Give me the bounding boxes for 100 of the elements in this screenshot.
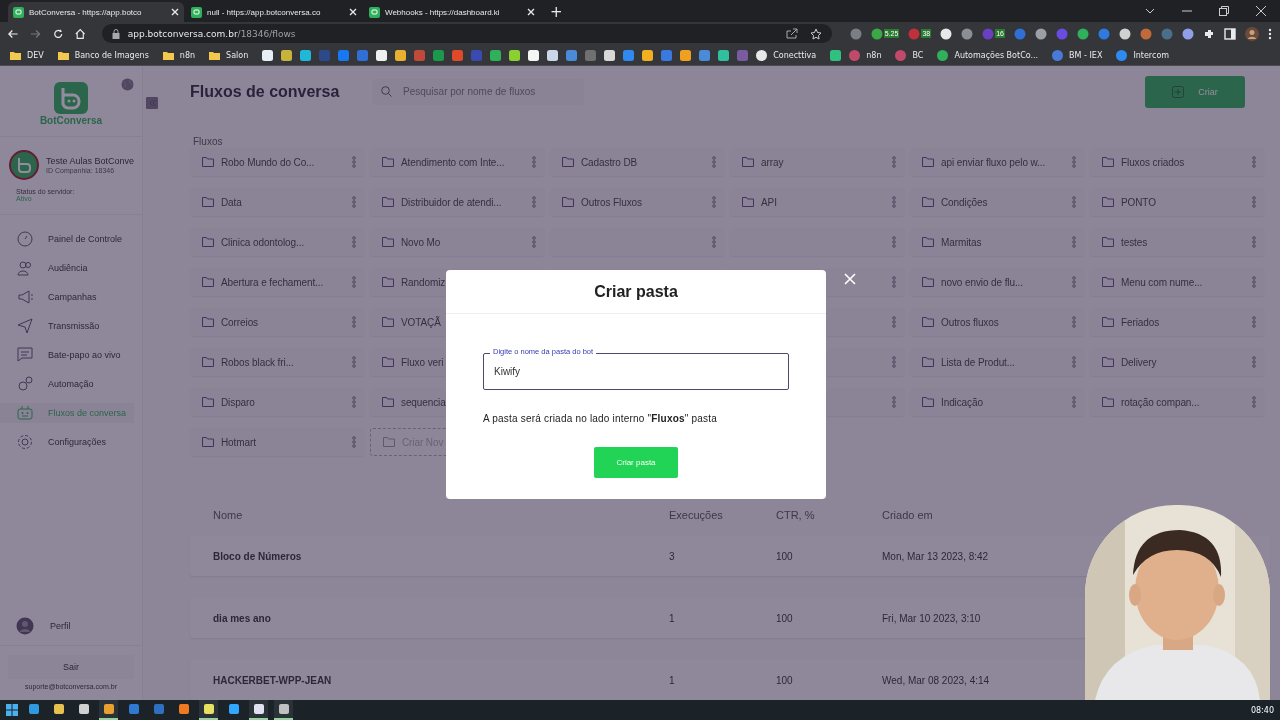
- taskbar-app[interactable]: [199, 700, 218, 720]
- folder-card[interactable]: Condições: [910, 188, 1084, 216]
- folder-card[interactable]: Atendimento com Inte...: [370, 148, 544, 176]
- collapse-icon[interactable]: [146, 97, 158, 109]
- more-icon[interactable]: [352, 196, 356, 208]
- browser-tab[interactable]: Webhooks - https://dashboard.ki: [364, 2, 540, 22]
- bookmark-link[interactable]: Intercom: [1116, 49, 1170, 61]
- taskbar-app[interactable]: [274, 700, 293, 720]
- more-icon[interactable]: [1072, 236, 1076, 248]
- profile-link[interactable]: Perfil: [0, 617, 142, 646]
- folder-card[interactable]: API: [730, 188, 904, 216]
- more-icon[interactable]: [1072, 316, 1076, 328]
- folder-card[interactable]: Correios: [190, 308, 364, 336]
- folder-card[interactable]: Lista de Produt...: [910, 348, 1084, 376]
- create-folder-button[interactable]: Criar pasta: [594, 447, 678, 478]
- close-icon[interactable]: [171, 8, 179, 16]
- bookmark-icon[interactable]: [528, 49, 540, 61]
- bookmark-icon[interactable]: [604, 49, 616, 61]
- folder-card[interactable]: Delivery: [1090, 348, 1264, 376]
- close-icon[interactable]: [1256, 6, 1266, 16]
- close-icon[interactable]: [527, 8, 535, 16]
- nav-item[interactable]: Transmissão: [0, 316, 134, 336]
- more-icon[interactable]: [352, 316, 356, 328]
- more-icon[interactable]: [1072, 396, 1076, 408]
- browser-tab[interactable]: null - https://app.botconversa.co: [186, 2, 362, 22]
- star-icon[interactable]: [809, 27, 822, 40]
- home-icon[interactable]: [75, 27, 86, 40]
- bookmark-icon[interactable]: [718, 49, 730, 61]
- more-icon[interactable]: [892, 236, 896, 248]
- start-icon[interactable]: [6, 704, 18, 716]
- nav-item[interactable]: Automação: [0, 374, 134, 394]
- folder-card[interactable]: Clinica odontolog...: [190, 228, 364, 256]
- more-icon[interactable]: [352, 236, 356, 248]
- more-icon[interactable]: [1252, 276, 1256, 288]
- forward-icon[interactable]: [30, 28, 41, 39]
- more-icon[interactable]: [892, 276, 896, 288]
- folder-card[interactable]: Hotmart: [190, 428, 364, 456]
- bookmark-folder[interactable]: Salon: [209, 50, 249, 60]
- folder-card[interactable]: novo envio de flu...: [910, 268, 1084, 296]
- back-icon[interactable]: [8, 28, 19, 39]
- extension-icon[interactable]: [1076, 27, 1089, 40]
- folder-card[interactable]: Outros fluxos: [910, 308, 1084, 336]
- bookmark-icon[interactable]: [376, 49, 388, 61]
- more-icon[interactable]: [892, 316, 896, 328]
- folder-card[interactable]: PONTO: [1090, 188, 1264, 216]
- extension-icon[interactable]: [1118, 27, 1131, 40]
- folder-card[interactable]: Novo Mo: [370, 228, 544, 256]
- more-icon[interactable]: [1252, 316, 1256, 328]
- folder-card[interactable]: Marmitas: [910, 228, 1084, 256]
- more-icon[interactable]: [712, 196, 716, 208]
- more-icon[interactable]: [352, 356, 356, 368]
- more-icon[interactable]: [352, 276, 356, 288]
- nav-item[interactable]: Configurações: [0, 432, 134, 452]
- folder-card[interactable]: rotação compan...: [1090, 388, 1264, 416]
- folder-card[interactable]: Disparo: [190, 388, 364, 416]
- extension-icon[interactable]: [940, 27, 953, 40]
- more-icon[interactable]: [892, 196, 896, 208]
- share-icon[interactable]: [785, 27, 798, 39]
- side-panel-icon[interactable]: [1223, 27, 1236, 40]
- extension-icon[interactable]: [870, 27, 883, 40]
- bookmark-folder[interactable]: n8n: [162, 50, 196, 60]
- folder-card[interactable]: Abertura e fechament...: [190, 268, 364, 296]
- bookmark-link[interactable]: Automações BotCo...: [937, 49, 1039, 61]
- bookmark-icon[interactable]: [395, 49, 407, 61]
- extension-icon[interactable]: [1034, 27, 1047, 40]
- folder-card[interactable]: Robo Mundo do Co...: [190, 148, 364, 176]
- more-icon[interactable]: [1072, 196, 1076, 208]
- bookmark-icon[interactable]: [262, 49, 274, 61]
- browser-tab[interactable]: BotConversa - https://app.botco: [8, 2, 184, 22]
- folder-card[interactable]: testes: [1090, 228, 1264, 256]
- bookmark-icon[interactable]: [547, 49, 559, 61]
- bookmark-icon[interactable]: [830, 49, 842, 61]
- more-icon[interactable]: [1252, 156, 1256, 168]
- bookmark-icon[interactable]: [281, 49, 293, 61]
- folder-card[interactable]: api enviar fluxo pelo w...: [910, 148, 1084, 176]
- folder-card[interactable]: Fluxos criados: [1090, 148, 1264, 176]
- folder-card[interactable]: Distribuidor de atendi...: [370, 188, 544, 216]
- more-icon[interactable]: [1252, 236, 1256, 248]
- more-icon[interactable]: [532, 196, 536, 208]
- more-icon[interactable]: [712, 156, 716, 168]
- taskbar-app[interactable]: [249, 700, 268, 720]
- search-input[interactable]: Pesquisar por nome de fluxos: [401, 85, 575, 99]
- restore-icon[interactable]: [1219, 6, 1229, 16]
- folder-card[interactable]: Cadastro DB: [550, 148, 724, 176]
- bookmark-folder[interactable]: Banco de Imagens: [57, 50, 149, 60]
- more-icon[interactable]: [532, 156, 536, 168]
- bookmark-link[interactable]: n8n: [849, 49, 882, 61]
- more-icon[interactable]: [892, 396, 896, 408]
- extension-icon[interactable]: [1181, 27, 1194, 40]
- more-icon[interactable]: [1252, 356, 1256, 368]
- more-icon[interactable]: [1252, 396, 1256, 408]
- address-field[interactable]: app.botconversa.com.br/18346/flows: [101, 24, 832, 43]
- more-icon[interactable]: [1252, 196, 1256, 208]
- bookmark-icon[interactable]: [680, 49, 692, 61]
- nav-item[interactable]: Bate-papo ao vivo: [0, 345, 134, 365]
- avatar-icon[interactable]: [1244, 26, 1259, 41]
- new-tab-button[interactable]: +: [542, 2, 571, 22]
- menu-icon[interactable]: [1267, 27, 1272, 40]
- taskbar-app[interactable]: [99, 700, 118, 720]
- bookmark-link[interactable]: BC: [895, 49, 924, 61]
